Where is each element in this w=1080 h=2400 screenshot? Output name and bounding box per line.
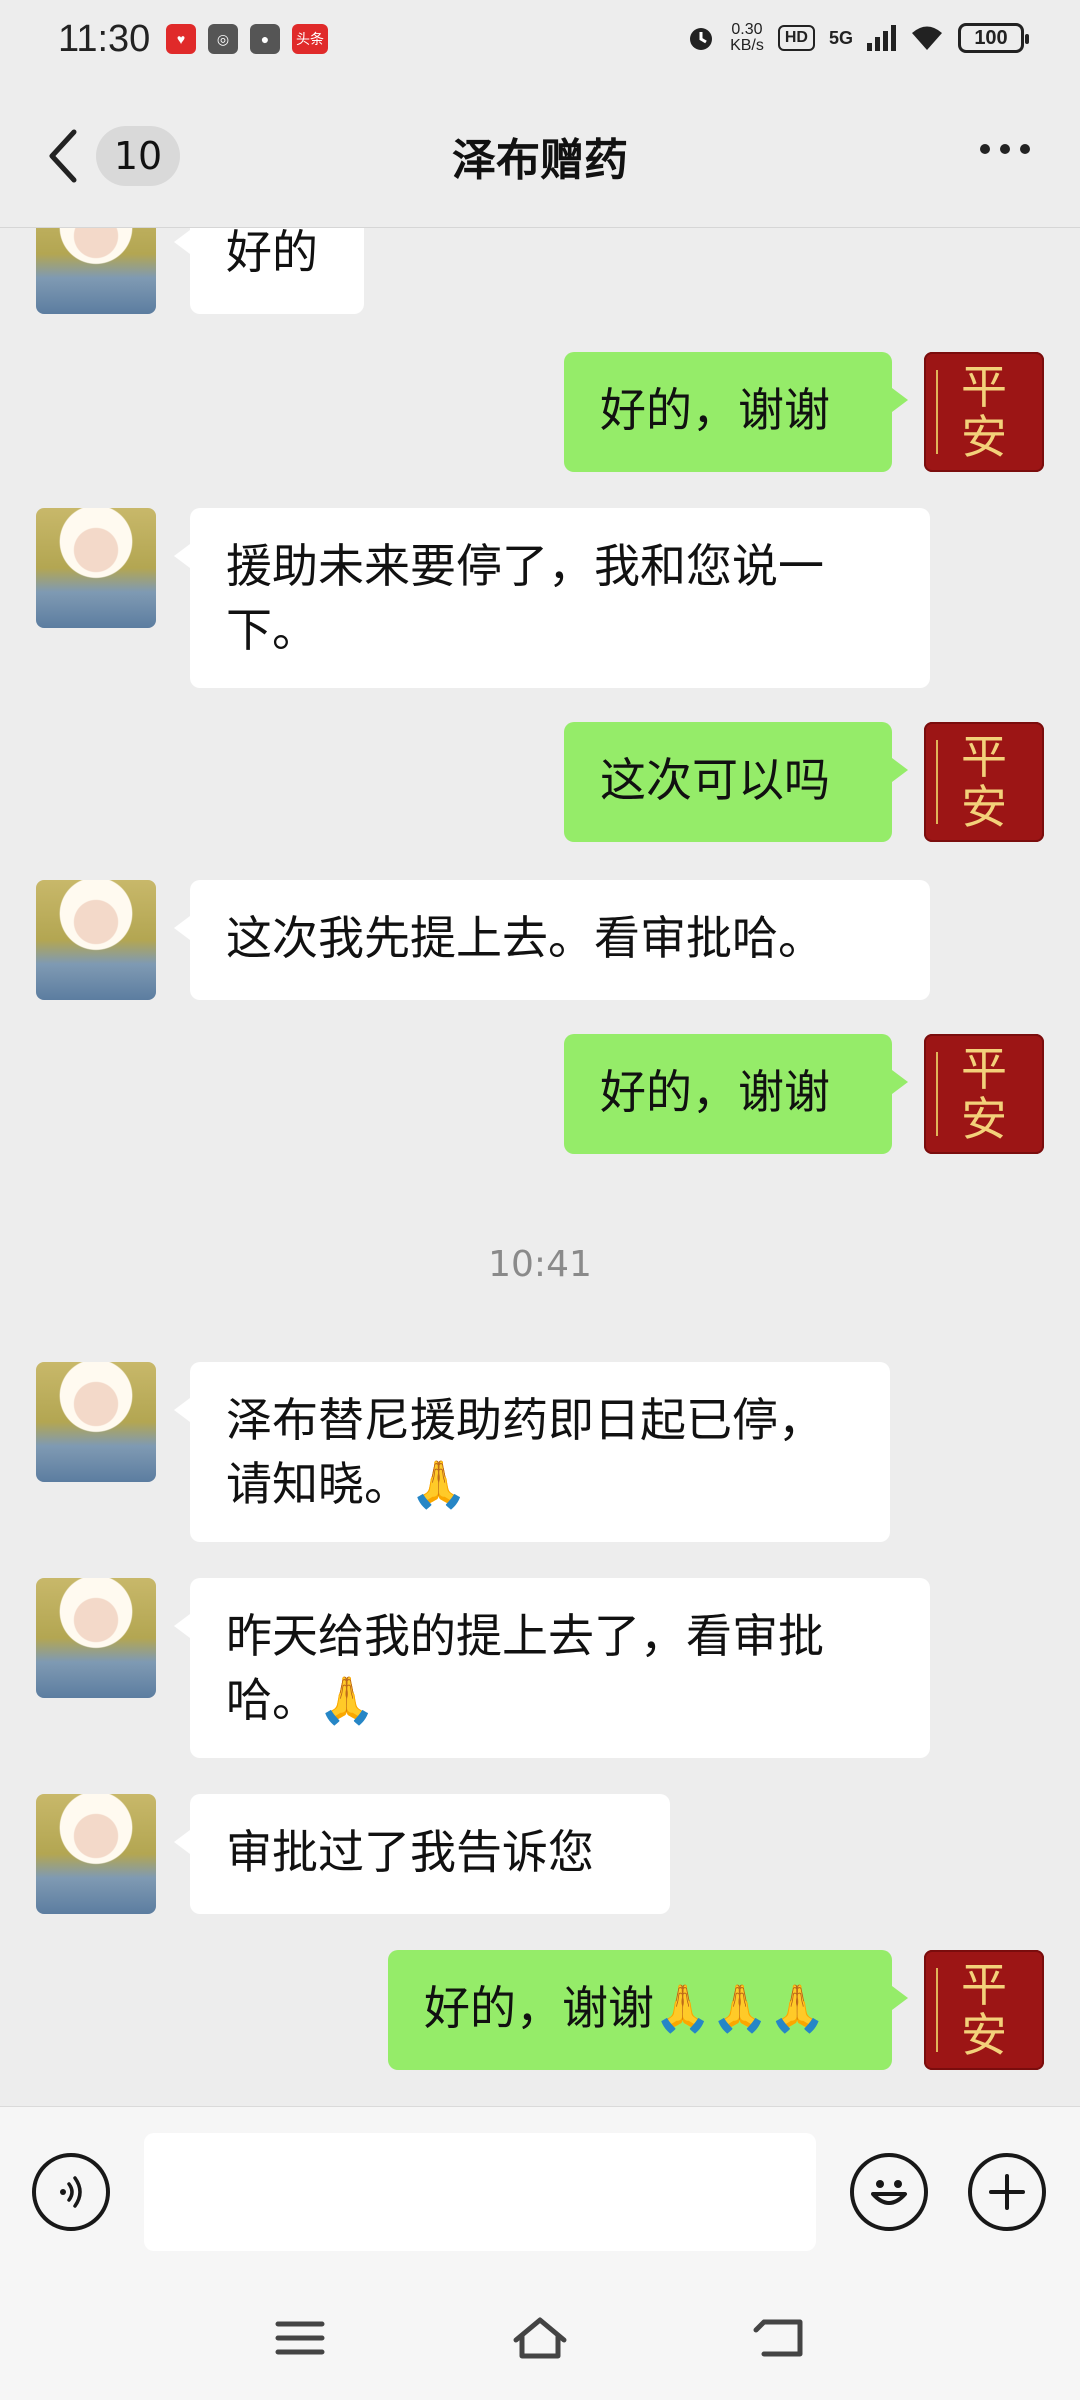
net-speed: 0.30 KB/s — [730, 21, 764, 54]
menu-icon[interactable] — [270, 2314, 330, 2362]
incoming-message-bubble[interactable]: 好的 — [174, 228, 364, 314]
battery-icon: 100 — [958, 23, 1029, 53]
signal-icon — [867, 25, 896, 51]
voice-icon[interactable] — [32, 2153, 110, 2231]
wifi-icon — [912, 26, 942, 50]
more-options-icon[interactable] — [980, 144, 1030, 154]
incoming-message-bubble[interactable]: 审批过了我告诉您 — [174, 1794, 670, 1914]
chat-title: 泽布赠药 — [452, 135, 628, 186]
notification-icons: ♥ ◎ ● 头条 — [166, 24, 328, 54]
outgoing-message-bubble[interactable]: 这次可以吗 — [564, 722, 908, 842]
contact-avatar[interactable] — [36, 1578, 156, 1698]
self-avatar[interactable]: 平安 — [924, 722, 1044, 842]
message-input-bar — [0, 2106, 1080, 2274]
planet-icon: ◎ — [208, 24, 238, 54]
incoming-message-bubble[interactable]: 昨天给我的提上去了，看审批 哈。🙏 — [174, 1578, 930, 1758]
status-bar: 11:30 ♥ ◎ ● 头条 0.30 KB/s HD 5G 100 — [0, 0, 1080, 82]
incoming-message-bubble[interactable]: 泽布替尼援助药即日起已停， 请知晓。🙏 — [174, 1362, 890, 1542]
home-icon[interactable] — [510, 2314, 570, 2362]
system-status: 0.30 KB/s HD 5G 100 — [686, 21, 1029, 54]
plus-icon[interactable] — [968, 2153, 1046, 2231]
emoji-icon[interactable] — [850, 2153, 928, 2231]
toutiao-icon: 头条 — [292, 24, 328, 54]
chat-header: 10 泽布赠药 — [0, 82, 1080, 228]
contact-avatar[interactable] — [36, 508, 156, 628]
contact-avatar[interactable] — [36, 228, 156, 314]
self-avatar[interactable]: 平安 — [924, 1950, 1044, 2070]
contact-avatar[interactable] — [36, 880, 156, 1000]
self-avatar[interactable]: 平安 — [924, 1034, 1044, 1154]
incoming-message-bubble[interactable]: 这次我先提上去。看审批哈。 — [174, 880, 930, 1000]
outgoing-message-bubble[interactable]: 好的，谢谢 — [564, 1034, 908, 1154]
alarm-icon — [690, 28, 713, 50]
hd-icon: HD — [777, 25, 815, 51]
contact-avatar[interactable] — [36, 1362, 156, 1482]
back-icon[interactable] — [750, 2314, 810, 2362]
self-avatar[interactable]: 平安 — [924, 352, 1044, 472]
outgoing-message-bubble[interactable]: 好的，谢谢 — [564, 352, 908, 472]
status-time: 11:30 — [58, 18, 151, 60]
incoming-message-bubble[interactable]: 援助未来要停了，我和您说一 下。 — [174, 508, 930, 688]
map-pin-icon: ● — [250, 24, 280, 54]
message-input[interactable] — [144, 2133, 816, 2251]
outgoing-message-bubble[interactable]: 好的，谢谢🙏🙏🙏 — [388, 1950, 908, 2070]
network-type: 5G — [828, 27, 853, 48]
chat-timestamp: 10:41 — [488, 1244, 592, 1285]
contact-avatar[interactable] — [36, 1794, 156, 1914]
mail-heart-icon: ♥ — [166, 24, 196, 54]
message-list[interactable]: 好的 好的，谢谢 平安 援助未来要停了，我和您说一 下。 这次可以吗 平安 这次… — [0, 228, 1080, 2106]
system-nav-bar — [0, 2274, 1080, 2400]
